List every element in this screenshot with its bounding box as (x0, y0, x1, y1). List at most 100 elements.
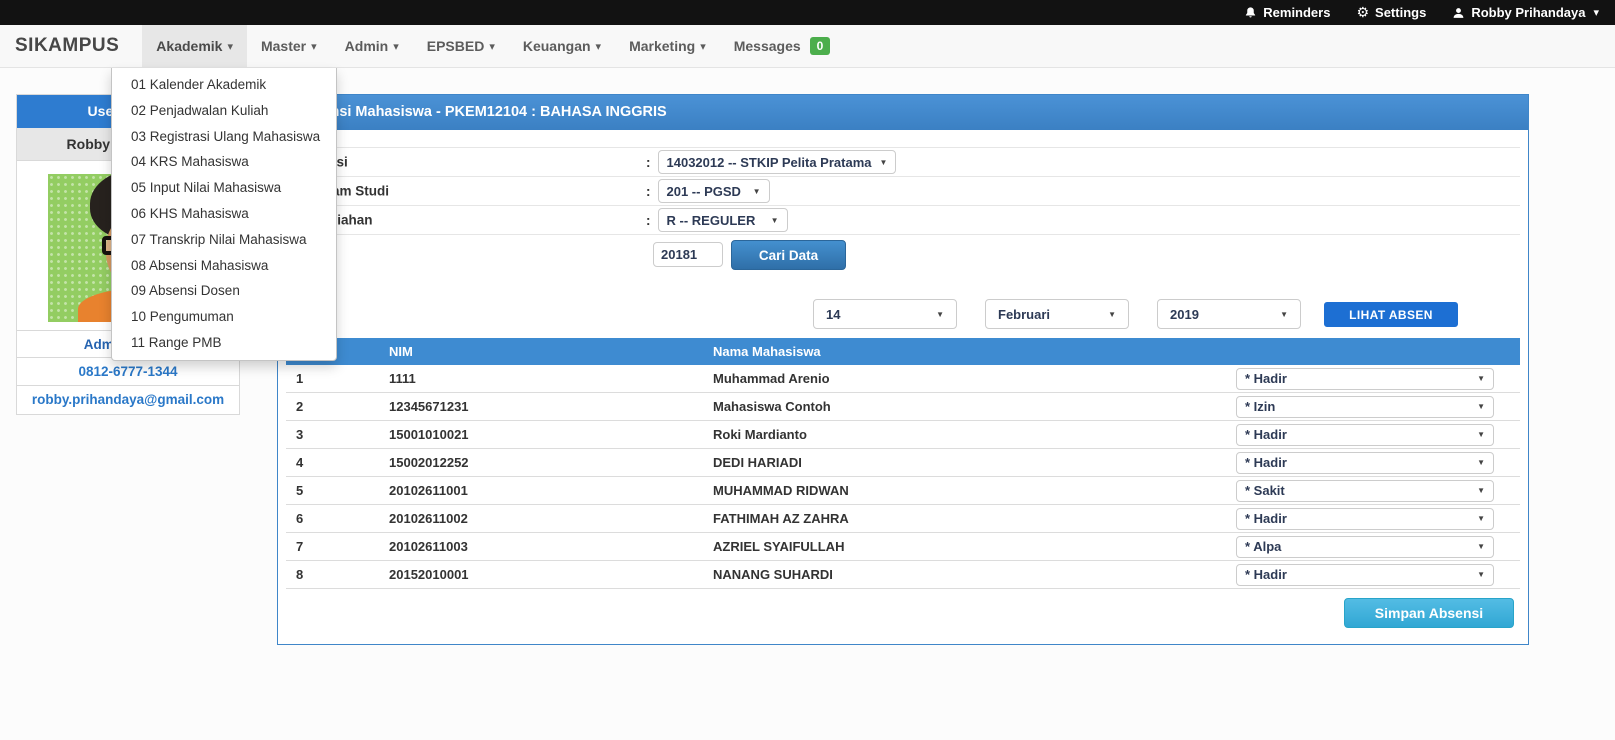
year-select[interactable]: 2019 ▼ (1157, 299, 1301, 329)
status-select-value: * Hadir (1245, 371, 1287, 386)
cell-name: Mahasiswa Contoh (713, 399, 1236, 414)
menu-item-range-pmb[interactable]: 11 Range PMB (112, 330, 336, 356)
table-row: 3 15001010021 Roki Mardianto * Hadir ▼ (286, 421, 1520, 449)
status-select[interactable]: * Alpa ▼ (1236, 536, 1494, 558)
nav-menu-messages[interactable]: Messages 0 (720, 25, 845, 67)
day-select[interactable]: 14 ▼ (813, 299, 957, 329)
nav-menu-messages-label: Messages (734, 38, 801, 54)
akademik-dropdown-menu: 01 Kalender Akademik 02 Penjadwalan Kuli… (111, 68, 337, 361)
menu-item-absensi-mahasiswa[interactable]: 08 Absensi Mahasiswa (112, 253, 336, 279)
institusi-select[interactable]: 14032012 -- STKIP Pelita Pratama ▼ (658, 150, 897, 174)
status-select-value: * Hadir (1245, 511, 1287, 526)
table-header-row: No NIM Nama Mahasiswa (286, 338, 1520, 365)
table-row: 8 20152010001 NANANG SUHARDI * Hadir ▼ (286, 561, 1520, 589)
cell-no: 3 (286, 427, 389, 442)
cell-nim: 20102611002 (389, 511, 713, 526)
cell-nim: 20152010001 (389, 567, 713, 582)
program-studi-select[interactable]: 201 -- PGSD ▼ (658, 179, 770, 203)
header-nim: NIM (389, 344, 713, 359)
table-row: 6 20102611002 FATHIMAH AZ ZAHRA * Hadir … (286, 505, 1520, 533)
status-select-value: * Alpa (1245, 539, 1281, 554)
colon-separator: : (646, 155, 651, 170)
nav-menu-keuangan[interactable]: Keuangan ▾ (509, 25, 615, 67)
header-name: Nama Mahasiswa (713, 344, 1236, 359)
period-input[interactable] (653, 242, 723, 267)
menu-item-absensi-dosen[interactable]: 09 Absensi Dosen (112, 278, 336, 304)
user-menu-button[interactable]: Robby Prihandaya ▾ (1452, 5, 1599, 20)
perkuliahan-select[interactable]: R -- REGULER ▼ (658, 208, 788, 232)
simpan-absensi-button[interactable]: Simpan Absensi (1344, 598, 1514, 628)
cell-name: MUHAMMAD RIDWAN (713, 483, 1236, 498)
settings-label: Settings (1375, 5, 1426, 20)
app-brand[interactable]: SIKAMPUS (0, 25, 134, 67)
menu-item-transkrip-nilai[interactable]: 07 Transkrip Nilai Mahasiswa (112, 227, 336, 253)
cell-nim: 1111 (389, 371, 713, 386)
lihat-absen-button[interactable]: LIHAT ABSEN (1324, 302, 1458, 327)
month-select[interactable]: Februari ▼ (985, 299, 1129, 329)
status-select[interactable]: * Hadir ▼ (1236, 452, 1494, 474)
nav-menu-akademik[interactable]: Akademik ▾ (142, 25, 247, 67)
colon-separator: : (646, 184, 651, 199)
status-select-value: * Hadir (1245, 455, 1287, 470)
cell-nim: 20102611003 (389, 539, 713, 554)
menu-item-krs-mahasiswa[interactable]: 04 KRS Mahasiswa (112, 149, 336, 175)
cell-no: 2 (286, 399, 389, 414)
menu-item-khs-mahasiswa[interactable]: 06 KHS Mahasiswa (112, 201, 336, 227)
chevron-down-icon: ▼ (936, 310, 944, 319)
nav-menu-epsbed[interactable]: EPSBED ▾ (413, 25, 509, 67)
cell-nim: 15001010021 (389, 427, 713, 442)
year-select-value: 2019 (1170, 307, 1199, 322)
chevron-down-icon: ▼ (753, 187, 761, 196)
table-row: 5 20102611001 MUHAMMAD RIDWAN * Sakit ▼ (286, 477, 1520, 505)
status-select-value: * Hadir (1245, 567, 1287, 582)
cari-data-button[interactable]: Cari Data (731, 240, 846, 270)
main-navbar: SIKAMPUS Akademik ▾ Master ▾ Admin ▾ EPS… (0, 25, 1615, 68)
nav-items: Akademik ▾ Master ▾ Admin ▾ EPSBED ▾ Keu… (142, 25, 844, 67)
chevron-down-icon: ▼ (1477, 542, 1485, 551)
menu-item-registrasi-ulang[interactable]: 03 Registrasi Ulang Mahasiswa (112, 124, 336, 150)
menu-item-input-nilai[interactable]: 05 Input Nilai Mahasiswa (112, 175, 336, 201)
chevron-down-icon: ▼ (1477, 486, 1485, 495)
caret-down-icon: ▾ (311, 40, 317, 53)
nav-menu-akademik-label: Akademik (156, 38, 222, 54)
settings-button[interactable]: ⚙ Settings (1356, 5, 1426, 21)
nav-menu-marketing[interactable]: Marketing ▾ (615, 25, 720, 67)
status-select[interactable]: * Hadir ▼ (1236, 424, 1494, 446)
cell-name: DEDI HARIADI (713, 455, 1236, 470)
chevron-down-icon: ▼ (1280, 310, 1288, 319)
cell-name: AZRIEL SYAIFULLAH (713, 539, 1236, 554)
menu-item-kalender-akademik[interactable]: 01 Kalender Akademik (112, 72, 336, 98)
reminders-label: Reminders (1263, 5, 1330, 20)
status-select[interactable]: * Sakit ▼ (1236, 480, 1494, 502)
chevron-down-icon: ▼ (1477, 514, 1485, 523)
status-select-value: * Sakit (1245, 483, 1285, 498)
menu-item-penjadwalan-kuliah[interactable]: 02 Penjadwalan Kuliah (112, 98, 336, 124)
top-utility-bar: Reminders ⚙ Settings Robby Prihandaya ▾ (0, 0, 1615, 25)
chevron-down-icon: ▼ (771, 216, 779, 225)
gear-icon: ⚙ (1356, 5, 1369, 21)
status-select[interactable]: * Hadir ▼ (1236, 508, 1494, 530)
nav-menu-admin[interactable]: Admin ▾ (331, 25, 413, 67)
attendance-table: No NIM Nama Mahasiswa 1 1111 Muhammad Ar… (286, 338, 1520, 589)
messages-count-badge: 0 (810, 37, 831, 55)
status-select[interactable]: * Izin ▼ (1236, 396, 1494, 418)
caret-down-icon: ▾ (1593, 6, 1599, 19)
reminders-button[interactable]: Reminders (1244, 5, 1330, 20)
nav-menu-master[interactable]: Master ▾ (247, 25, 331, 67)
cell-name: FATHIMAH AZ ZAHRA (713, 511, 1236, 526)
menu-item-pengumuman[interactable]: 10 Pengumuman (112, 304, 336, 330)
chevron-down-icon: ▼ (1477, 570, 1485, 579)
cell-no: 1 (286, 371, 389, 386)
program-studi-select-value: 201 -- PGSD (667, 184, 741, 199)
status-select[interactable]: * Hadir ▼ (1236, 368, 1494, 390)
caret-down-icon: ▾ (227, 40, 233, 53)
nav-menu-keuangan-label: Keuangan (523, 38, 591, 54)
sidebar-phone: 0812-6777-1344 (17, 358, 239, 386)
cell-nim: 12345671231 (389, 399, 713, 414)
table-row: 2 12345671231 Mahasiswa Contoh * Izin ▼ (286, 393, 1520, 421)
caret-down-icon: ▾ (393, 40, 399, 53)
caret-down-icon: ▾ (489, 40, 495, 53)
cell-name: Muhammad Arenio (713, 371, 1236, 386)
cell-nim: 15002012252 (389, 455, 713, 470)
status-select[interactable]: * Hadir ▼ (1236, 564, 1494, 586)
